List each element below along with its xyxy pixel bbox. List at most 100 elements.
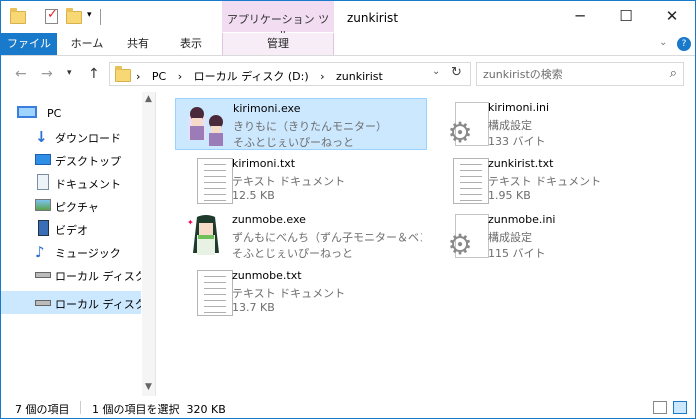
up-arrow-icon[interactable]: ↑ bbox=[88, 66, 100, 82]
file-name: zunmobe.exe bbox=[232, 213, 306, 226]
nav-item-label: ローカル ディスク (D:) bbox=[55, 298, 141, 311]
nav-item-label: ダウンロード bbox=[55, 132, 121, 145]
file-name: zunkirist.txt bbox=[488, 157, 554, 170]
gear-icon: ⚙ bbox=[447, 116, 473, 149]
nav-item-pictures[interactable]: ピクチャ bbox=[1, 194, 141, 217]
scroll-up-icon[interactable]: ▲ bbox=[145, 94, 152, 104]
folder-icon bbox=[115, 66, 131, 82]
breadcrumb-zunkirist[interactable]: zunkirist bbox=[336, 70, 383, 83]
nav-item-label: ミュージック bbox=[55, 247, 121, 260]
nav-item-label: PC bbox=[47, 107, 62, 120]
file-name: zunmobe.txt bbox=[232, 269, 302, 282]
tab-share[interactable]: 共有 bbox=[115, 33, 161, 55]
back-arrow-icon[interactable]: ← bbox=[15, 66, 27, 82]
folder-icon bbox=[10, 8, 26, 24]
file-size: 115 バイト bbox=[488, 247, 546, 260]
tab-file[interactable]: ファイル bbox=[1, 33, 57, 55]
file-description: きりもに（きりたんモニター） bbox=[233, 120, 387, 133]
music-icon: ♪ bbox=[35, 243, 45, 261]
selection-info: 1 個の項目を選択 320 KB bbox=[92, 403, 226, 416]
app-kiritan-icon bbox=[188, 107, 223, 146]
file-type: 構成設定 bbox=[488, 119, 532, 132]
nav-item-label: デスクトップ bbox=[55, 155, 121, 168]
file-name: kirimoni.ini bbox=[488, 101, 550, 114]
breadcrumb-drive-d[interactable]: ローカル ディスク (D:) bbox=[194, 70, 309, 83]
gear-icon: ⚙ bbox=[447, 228, 473, 261]
scroll-down-icon[interactable]: ▼ bbox=[145, 382, 152, 392]
nav-item-drive-c[interactable]: ローカル ディスク (C:) bbox=[1, 263, 141, 286]
quick-access-dropdown-icon[interactable]: ▾ bbox=[87, 10, 92, 20]
file-company: そふとじぇいぴーねっと bbox=[233, 136, 354, 149]
breadcrumb-pc[interactable]: PC bbox=[152, 70, 166, 83]
file-type: テキスト ドキュメント bbox=[488, 175, 602, 188]
nav-item-drive-d[interactable]: ローカル ディスク (D:) bbox=[1, 291, 141, 314]
breadcrumb: › PC › ローカル ディスク (D:) › zunkirist bbox=[136, 68, 391, 84]
tab-manage[interactable]: 管理 bbox=[222, 33, 334, 55]
pc-icon bbox=[17, 106, 37, 118]
svg-text:✦: ✦ bbox=[187, 218, 194, 227]
tab-view[interactable]: 表示 bbox=[167, 33, 215, 55]
file-name: zunmobe.ini bbox=[488, 213, 556, 226]
ribbon-expand-icon[interactable]: ⌄ bbox=[659, 37, 667, 48]
forward-arrow-icon[interactable]: → bbox=[41, 66, 53, 82]
minimize-button[interactable]: ─ bbox=[557, 1, 603, 32]
context-tab-group-label: アプリケーション ツール bbox=[222, 1, 334, 42]
desktop-icon bbox=[35, 154, 51, 165]
title-bar: ▾ アプリケーション ツール zunkirist ─ ☐ ✕ bbox=[1, 1, 695, 42]
file-item[interactable]: zunmobe.txt テキスト ドキュメント 13.7 KB bbox=[175, 266, 427, 318]
file-company: そふとじぇいぴーねっと bbox=[232, 247, 353, 260]
details-view-icon[interactable] bbox=[653, 401, 667, 414]
address-row: ← → ▾ ↑ › PC › ローカル ディスク (D:) › zunkiris… bbox=[1, 57, 695, 91]
breadcrumb-separator[interactable]: › bbox=[320, 70, 324, 83]
search-icon[interactable]: ⌕ bbox=[670, 66, 677, 81]
address-dropdown-icon[interactable]: ⌄ bbox=[432, 66, 440, 77]
drive-icon bbox=[35, 272, 51, 278]
nav-item-pc[interactable]: PC bbox=[1, 102, 141, 125]
recent-locations-chevron-icon[interactable]: ▾ bbox=[67, 68, 72, 78]
file-item[interactable]: kirimoni.exe きりもに（きりたんモニター） そふとじぇいぴーねっと bbox=[175, 98, 427, 150]
nav-item-label: ローカル ディスク (C:) bbox=[55, 270, 141, 283]
file-item[interactable]: zunkirist.txt テキスト ドキュメント 1.95 KB bbox=[431, 154, 683, 206]
explorer-window: ▾ アプリケーション ツール zunkirist ─ ☐ ✕ ファイル ホーム … bbox=[0, 0, 696, 419]
nav-item-label: ドキュメント bbox=[55, 178, 121, 191]
nav-pane-scrollbar[interactable]: ▲ ▼ bbox=[142, 92, 155, 396]
file-item[interactable]: ⚙ kirimoni.ini 構成設定 133 バイト bbox=[431, 98, 683, 150]
search-input[interactable] bbox=[483, 67, 655, 81]
file-item[interactable]: ⚙ zunmobe.ini 構成設定 115 バイト bbox=[431, 210, 683, 262]
nav-item-desktop[interactable]: デスクトップ bbox=[1, 148, 141, 171]
status-bar: 7 個の項目 1 個の項目を選択 320 KB bbox=[1, 398, 695, 418]
file-name: kirimoni.exe bbox=[233, 102, 301, 115]
large-icons-view-icon[interactable] bbox=[673, 401, 687, 414]
text-file-icon bbox=[197, 270, 233, 316]
search-box: ⌕ bbox=[476, 62, 684, 86]
refresh-icon[interactable]: ↻ bbox=[451, 65, 462, 80]
documents-icon bbox=[37, 174, 49, 190]
file-item[interactable]: kirimoni.txt テキスト ドキュメント 12.5 KB bbox=[175, 154, 427, 206]
nav-item-videos[interactable]: ビデオ bbox=[1, 217, 141, 240]
nav-item-documents[interactable]: ドキュメント bbox=[1, 171, 141, 194]
properties-icon[interactable] bbox=[45, 7, 58, 24]
app-zunko-icon: ✦ bbox=[187, 215, 219, 255]
maximize-button[interactable]: ☐ bbox=[603, 1, 649, 32]
text-file-icon bbox=[197, 158, 233, 204]
nav-item-label: ビデオ bbox=[55, 224, 88, 237]
window-title: zunkirist bbox=[347, 11, 399, 25]
breadcrumb-separator: › bbox=[136, 70, 141, 83]
file-size: 13.7 KB bbox=[232, 301, 275, 314]
videos-icon bbox=[38, 220, 49, 236]
drive-icon bbox=[35, 300, 51, 306]
tab-home[interactable]: ホーム bbox=[63, 33, 111, 55]
help-icon[interactable]: ? bbox=[677, 37, 691, 51]
close-button[interactable]: ✕ bbox=[649, 1, 695, 32]
breadcrumb-separator[interactable]: › bbox=[178, 70, 182, 83]
text-file-icon bbox=[453, 158, 489, 204]
nav-item-downloads[interactable]: ↓ ダウンロード bbox=[1, 125, 141, 148]
file-size: 1.95 KB bbox=[488, 189, 531, 202]
new-folder-icon[interactable] bbox=[66, 8, 82, 24]
address-bar[interactable]: › PC › ローカル ディスク (D:) › zunkirist ⌄ ↻ bbox=[109, 62, 471, 86]
item-count: 7 個の項目 bbox=[15, 403, 70, 416]
file-item[interactable]: ✦ zunmobe.exe ずんもにべんち（ずん子モニター＆ベン… そふとじぇい… bbox=[175, 210, 427, 262]
file-list: kirimoni.exe きりもに（きりたんモニター） そふとじぇいぴーねっと … bbox=[159, 92, 695, 396]
nav-item-music[interactable]: ♪ ミュージック bbox=[1, 240, 141, 263]
download-icon: ↓ bbox=[35, 128, 48, 146]
